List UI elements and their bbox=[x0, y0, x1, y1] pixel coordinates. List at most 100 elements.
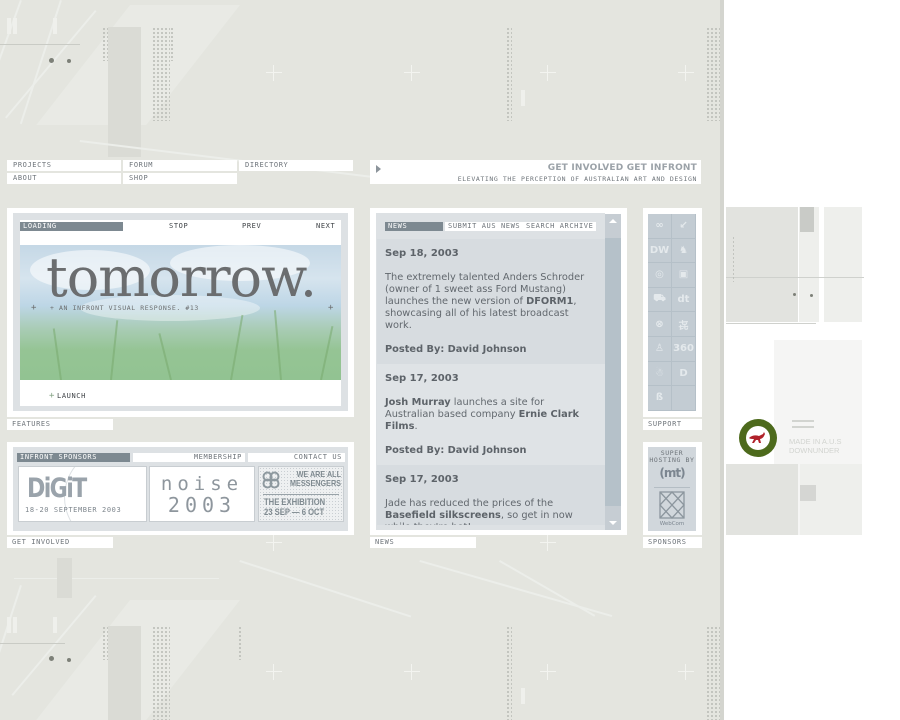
nav-forum[interactable]: Forum bbox=[123, 160, 237, 171]
bg-crosshair bbox=[540, 664, 556, 680]
support-panel: ∞ ↙ DW ♞ ◎ ▣ ⛟ dt ⊗ 㐂 ♙ 360 ☃ Dß bbox=[643, 208, 702, 417]
scroll-thumb[interactable] bbox=[605, 238, 621, 506]
deco-block bbox=[726, 207, 798, 322]
news-date: Sep 17, 2003 bbox=[385, 474, 459, 485]
bg-column bbox=[108, 626, 141, 720]
nav-about[interactable]: About bbox=[7, 173, 121, 184]
bg-dot bbox=[67, 658, 71, 662]
empty-slot bbox=[672, 386, 696, 411]
news-item: Sep 17, 2003 Jade has reduced the prices… bbox=[377, 465, 605, 525]
bg-dots bbox=[170, 27, 173, 61]
launch-button[interactable]: + Launch bbox=[49, 391, 86, 401]
news-body: Josh Murray launches a site for Australi… bbox=[385, 397, 580, 432]
news-item: Sep 18, 2003 The extremely talented Ande… bbox=[377, 239, 605, 364]
news-poster: Posted By: David Johnson bbox=[385, 344, 527, 355]
scroll-down-arrow-icon[interactable] bbox=[605, 506, 621, 530]
truck-icon[interactable]: ⛟ bbox=[648, 287, 672, 313]
bg-bar bbox=[521, 688, 525, 704]
plus-icon: + bbox=[49, 391, 56, 401]
kanji-icon[interactable]: 㐂 bbox=[672, 312, 696, 337]
tab-submit-aus-news[interactable]: Submit Aus News bbox=[445, 222, 524, 231]
bg-dot bbox=[49, 58, 54, 63]
bg-column bbox=[108, 27, 141, 157]
sponsor-digit[interactable]: DiGiT 18-20 September 2003 bbox=[18, 466, 147, 522]
tab-search-archive[interactable]: Search Archive bbox=[523, 222, 597, 231]
bg-dots bbox=[102, 27, 108, 61]
bg-bar bbox=[53, 617, 57, 633]
tab-news[interactable]: News bbox=[385, 222, 443, 231]
nav-projects[interactable]: Projects bbox=[7, 160, 121, 171]
section-label-support: Support bbox=[643, 419, 702, 430]
bg-bar bbox=[521, 90, 525, 106]
bg-dots bbox=[152, 27, 170, 121]
360-icon[interactable]: 360 bbox=[672, 336, 696, 362]
bg-dot bbox=[67, 59, 71, 63]
feature-banner[interactable]: tomorrow. + + An Infront visual response… bbox=[20, 245, 341, 380]
photo-frame-icon[interactable]: ▣ bbox=[672, 263, 696, 288]
right-decoration bbox=[724, 0, 900, 720]
play-arrow-icon bbox=[376, 165, 381, 173]
support-icon-grid: ∞ ↙ DW ♞ ◎ ▣ ⛟ dt ⊗ 㐂 ♙ 360 ☃ Dß bbox=[648, 214, 696, 411]
x-circle-icon[interactable]: ⊗ bbox=[648, 312, 672, 337]
scroll-up-arrow-icon[interactable] bbox=[605, 214, 621, 238]
bg-crosshair bbox=[404, 664, 420, 680]
corner-arrow-icon[interactable]: ↙ bbox=[672, 214, 696, 239]
bg-dots bbox=[238, 626, 241, 660]
news-body: Jade has reduced the prices of the Basef… bbox=[385, 498, 573, 525]
deco-line bbox=[726, 277, 864, 278]
deco-block bbox=[726, 464, 798, 535]
nav-shop[interactable]: Shop bbox=[123, 173, 237, 184]
tagline-banner[interactable]: Get Involved Get Infront Elevating the p… bbox=[370, 160, 701, 184]
banner-title: tomorrow. bbox=[46, 246, 317, 309]
link-chain-icon[interactable]: ∞ bbox=[648, 214, 672, 239]
noise-logo-line1: noise bbox=[160, 473, 244, 495]
d-gothic-icon[interactable]: D bbox=[672, 361, 696, 387]
deco-dots bbox=[732, 236, 734, 282]
super-hosting-label: Super Hosting By bbox=[649, 449, 695, 464]
news-date: Sep 18, 2003 bbox=[385, 248, 459, 259]
bg-dots bbox=[506, 626, 512, 720]
contact-us-link[interactable]: Contact Us bbox=[248, 453, 345, 462]
nav-directory[interactable]: Directory bbox=[239, 160, 353, 171]
lizard-icon[interactable]: ß bbox=[648, 386, 672, 411]
hosting-sponsor-box[interactable]: Super Hosting By (mt) WebCom bbox=[648, 447, 696, 531]
tagline-headline: Get Involved Get Infront bbox=[547, 163, 697, 173]
news-item: Sep 17, 2003 Josh Murray launches a site… bbox=[377, 364, 605, 465]
deco-line bbox=[792, 426, 814, 428]
infront-sponsors-header: Infront Sponsors bbox=[17, 453, 130, 462]
plus-icon: + bbox=[31, 303, 37, 313]
bg-crosshair bbox=[266, 535, 282, 551]
bg-crosshair bbox=[404, 65, 420, 81]
mt-logo[interactable]: (mt) bbox=[652, 465, 692, 482]
tagline-subline: Elevating the perception of Australian a… bbox=[457, 175, 697, 183]
news-link-josh-murray[interactable]: Josh Murray bbox=[385, 397, 451, 408]
deco-block bbox=[800, 207, 814, 232]
news-list[interactable]: Sep 18, 2003 The extremely talented Ande… bbox=[377, 239, 605, 525]
deco-dot bbox=[810, 294, 813, 297]
sponsor-we-are-all-messengers[interactable]: WE ARE ALL MESSENGERS THE EXHIBITION 23 … bbox=[258, 466, 344, 522]
sponsor-noise-2003[interactable]: noise 2003 bbox=[149, 466, 255, 522]
news-scrollbar[interactable] bbox=[605, 214, 621, 530]
prev-button[interactable]: Prev bbox=[242, 222, 261, 231]
bg-dot bbox=[49, 656, 54, 661]
bg-crosshair bbox=[678, 65, 694, 81]
loading-indicator: Loading bbox=[20, 222, 123, 231]
membership-link[interactable]: Membership bbox=[133, 453, 245, 462]
squirrel-icon[interactable]: ♞ bbox=[672, 238, 696, 264]
bg-beam bbox=[14, 578, 219, 579]
deco-block bbox=[824, 207, 862, 322]
news-link-dform1[interactable]: DFORM1 bbox=[526, 296, 573, 307]
stop-button[interactable]: Stop bbox=[169, 222, 188, 231]
webcom-logo-icon[interactable] bbox=[657, 491, 687, 519]
news-body: The extremely talented Anders Schroder (… bbox=[385, 272, 585, 331]
next-button[interactable]: Next bbox=[316, 222, 335, 231]
news-date: Sep 17, 2003 bbox=[385, 373, 459, 384]
bg-crosshair bbox=[266, 664, 282, 680]
news-link-basefield-silkscreens[interactable]: Basefield silkscreens bbox=[385, 510, 501, 521]
fingerprint-icon[interactable]: ◎ bbox=[648, 263, 672, 288]
dw-logo-icon[interactable]: DW bbox=[648, 238, 672, 264]
digit-dates: 18-20 September 2003 bbox=[25, 506, 122, 514]
figure-icon[interactable]: ♙ bbox=[648, 336, 672, 362]
bear-icon[interactable]: ☃ bbox=[648, 361, 672, 387]
dt-script-icon[interactable]: dt bbox=[672, 287, 696, 313]
